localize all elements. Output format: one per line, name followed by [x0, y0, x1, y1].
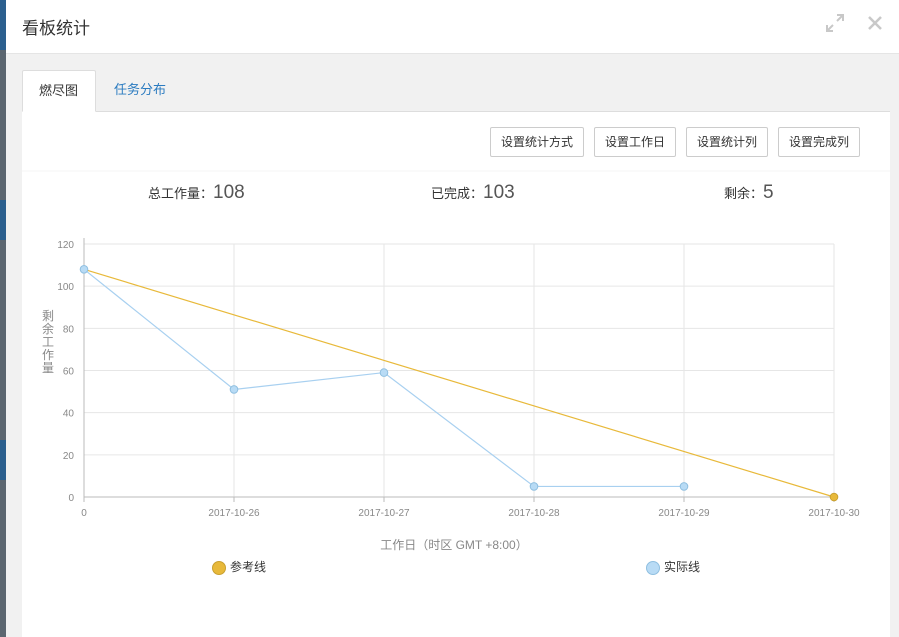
set-done-columns-button[interactable]: 设置完成列: [778, 127, 861, 157]
summary-remaining-value: 5: [763, 182, 774, 203]
set-statistics-mode-button[interactable]: 设置统计方式: [490, 127, 585, 157]
y-tick-label: 100: [57, 282, 74, 293]
tab-task-distribution[interactable]: 任务分布: [98, 70, 182, 112]
y-tick-label: 80: [63, 324, 75, 335]
legend-reference-line[interactable]: 参考线: [212, 558, 266, 575]
data-point-reference: [829, 492, 839, 502]
statistics-modal: 看板统计 燃尽图 任务分布 设置统计方式 设置工作日 设置统计列 设置完成列 总…: [6, 0, 899, 637]
y-tick-label: 60: [63, 367, 75, 378]
summary-done-value: 103: [483, 182, 515, 203]
y-tick-label: 0: [68, 493, 74, 504]
legend-reference-swatch: [212, 560, 226, 575]
y-axis-label-char: 工: [42, 335, 54, 349]
modal-body: 燃尽图 任务分布 设置统计方式 设置工作日 设置统计列 设置完成列 总工作量：1…: [6, 54, 899, 637]
summary-remaining: 剩余：5: [724, 182, 774, 204]
series-line-reference: [83, 268, 835, 498]
data-point-actual: [679, 482, 689, 491]
y-axis-label-char: 作: [42, 348, 54, 362]
legend-actual-label: 实际线: [664, 560, 701, 574]
data-point-actual: [229, 385, 239, 394]
chart-card: 总工作量：108 已完成：103 剩余：5 0 20 40 60 80 100 120 0 20…: [22, 172, 890, 637]
x-tick-label: 0: [81, 508, 87, 519]
modal-title: 看板统计: [22, 19, 90, 39]
x-tick-label: 2017-10-26: [208, 508, 260, 519]
data-point-actual: [529, 482, 539, 491]
x-tick-label: 2017-10-27: [358, 508, 410, 519]
modal-header: 看板统计: [6, 0, 899, 54]
tab-bar: 燃尽图 任务分布: [22, 70, 890, 112]
y-tick-label: 20: [63, 451, 75, 462]
summary-total-label: 总工作量：: [148, 187, 214, 202]
x-axis-label: 工作日（时区 GMT +8:00）: [380, 538, 527, 552]
burndown-panel: 设置统计方式 设置工作日 设置统计列 设置完成列 总工作量：108 已完成：10…: [22, 112, 890, 637]
tab-burndown[interactable]: 燃尽图: [22, 70, 96, 112]
x-tick-label: 2017-10-28: [508, 508, 560, 519]
data-point-actual: [379, 368, 389, 377]
summary-total-value: 108: [213, 182, 245, 203]
data-point-actual: [79, 265, 89, 274]
legend-reference-label: 参考线: [230, 560, 267, 574]
summary-done: 已完成：103: [431, 182, 515, 204]
legend-actual-swatch: [646, 560, 660, 575]
x-tick-label: 2017-10-29: [658, 508, 710, 519]
summary-remaining-label: 剩余：: [724, 187, 764, 202]
legend-actual-line[interactable]: 实际线: [646, 558, 700, 575]
toolbar: 设置统计方式 设置工作日 设置统计列 设置完成列: [22, 112, 890, 170]
close-icon[interactable]: [864, 12, 886, 34]
y-tick-label: 40: [63, 409, 75, 420]
summary-done-label: 已完成：: [431, 187, 484, 202]
y-axis-label-char: 剩: [42, 309, 54, 323]
set-statistics-columns-button[interactable]: 设置统计列: [686, 127, 769, 157]
y-axis-label-char: 余: [42, 321, 54, 336]
x-tick-label: 2017-10-30: [808, 508, 860, 519]
expand-icon[interactable]: [824, 12, 846, 34]
burndown-chart: 0 20 40 60 80 100 120 0 2017-10-26 2017-10-27 2017…: [42, 238, 860, 552]
y-axis-label-char: 量: [42, 361, 54, 375]
summary-total: 总工作量：108: [148, 182, 245, 204]
set-workdays-button[interactable]: 设置工作日: [594, 127, 677, 157]
y-axis-label: 剩余工作量: [42, 309, 54, 375]
y-tick-label: 120: [57, 240, 74, 251]
